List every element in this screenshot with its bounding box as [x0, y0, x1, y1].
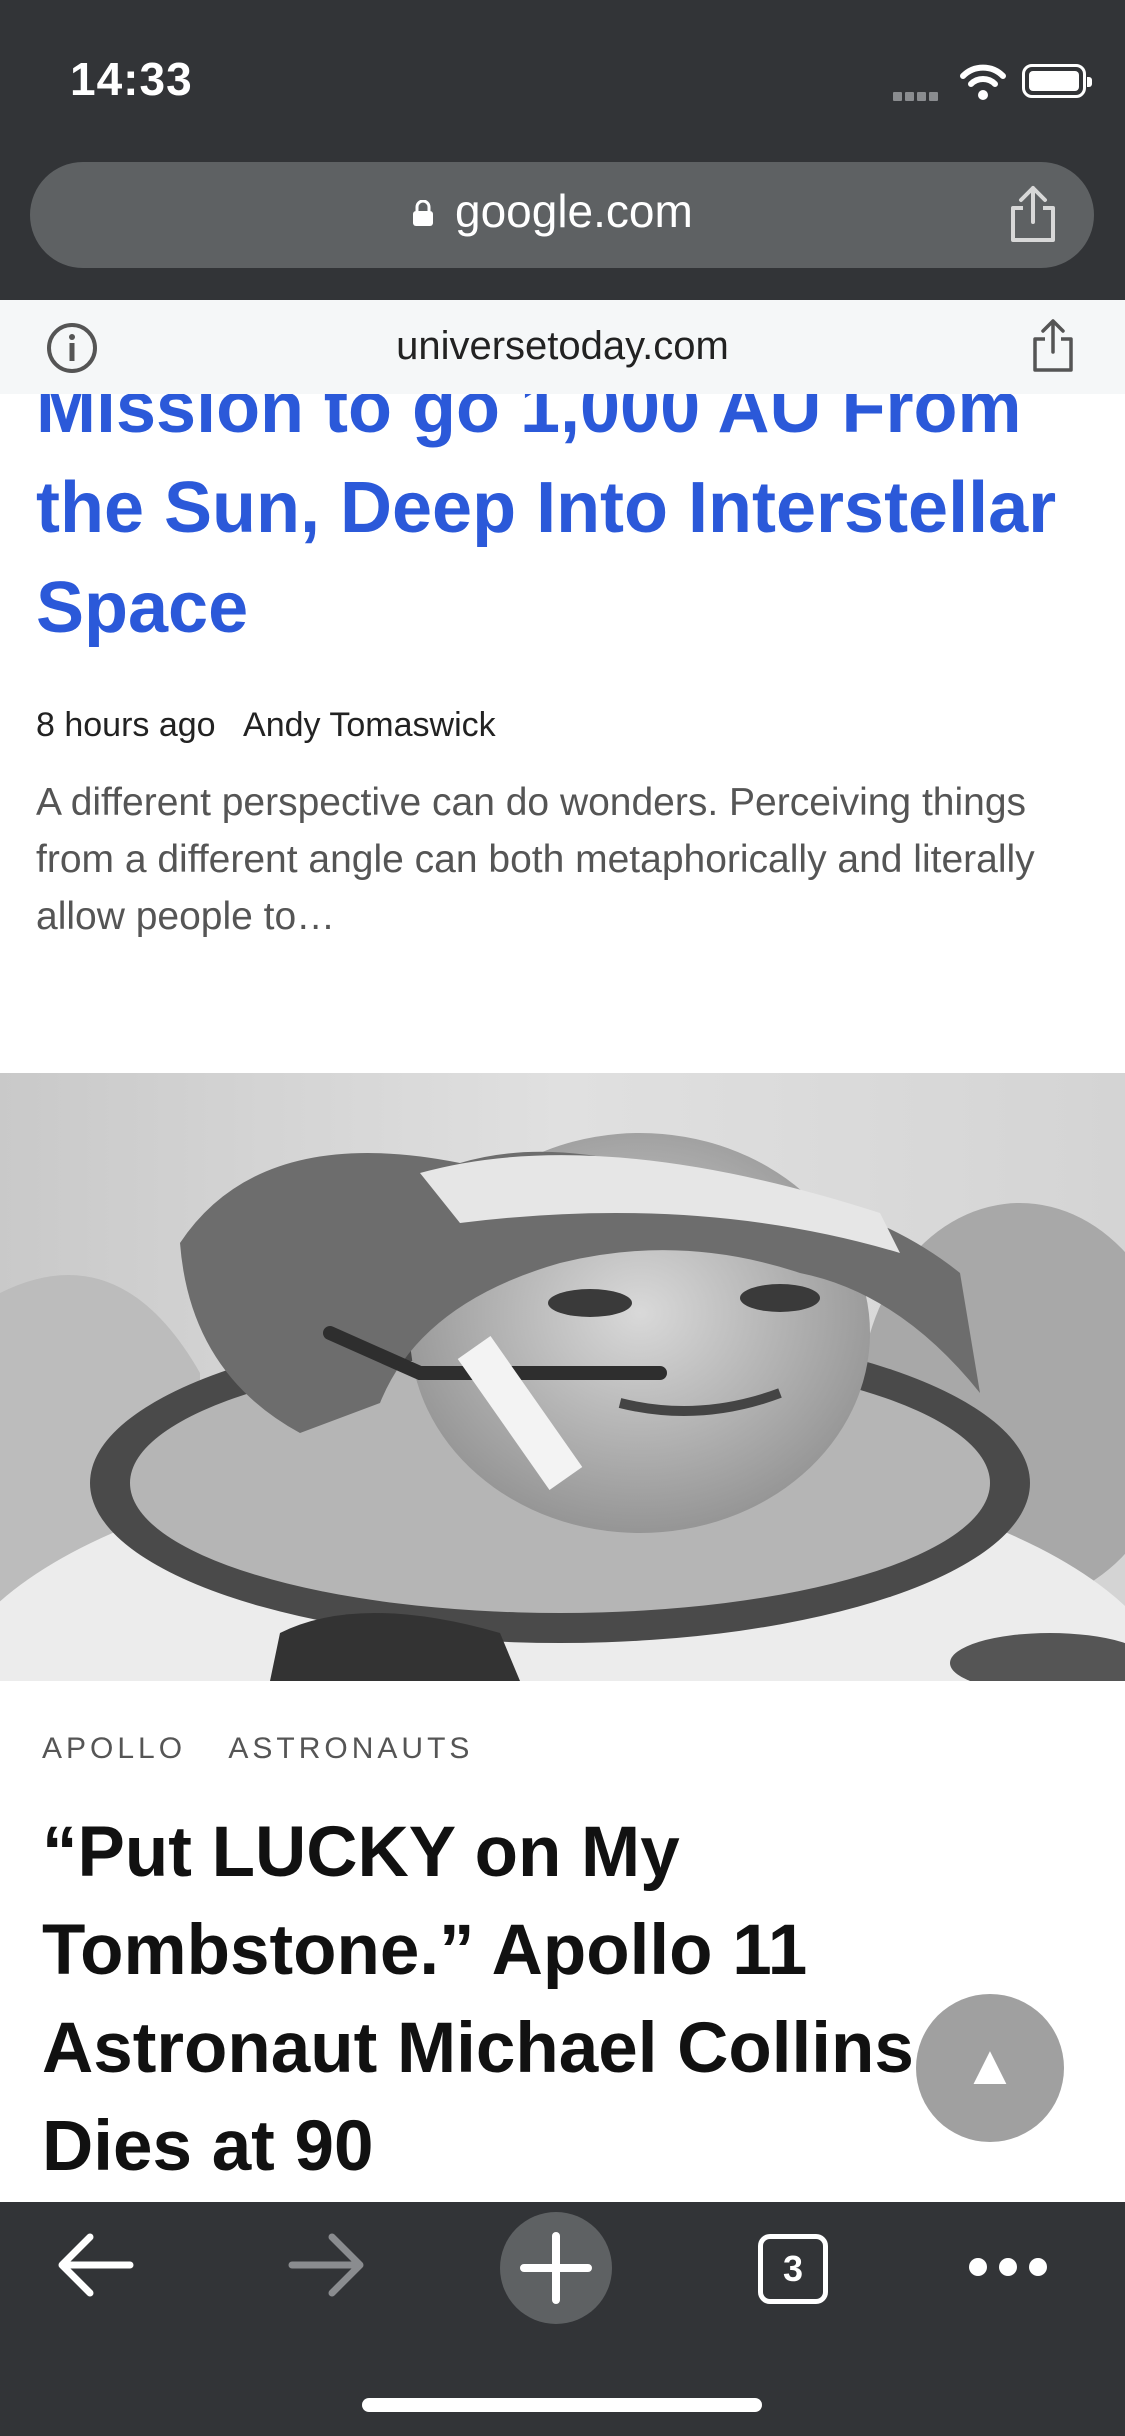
share-icon[interactable]: [1030, 318, 1076, 374]
site-domain: universetoday.com: [396, 324, 729, 368]
article-excerpt: A different perspective can do wonders. …: [36, 781, 1035, 938]
status-time: 14:33: [70, 53, 193, 105]
forward-arrow-icon[interactable]: [268, 2202, 388, 2332]
page-info-bar: universetoday.com: [0, 300, 1125, 394]
url-text[interactable]: google.com: [455, 184, 693, 238]
article-time: 8 hours ago: [36, 706, 216, 744]
article-photo[interactable]: [0, 1073, 1125, 1681]
tabs-button[interactable]: 3: [758, 2234, 828, 2304]
plus-icon: [520, 2232, 592, 2304]
article-title-link[interactable]: Mission to go 1,000 AU From the Sun, Dee…: [36, 394, 1096, 658]
url-bar[interactable]: google.com: [30, 162, 1094, 268]
page-content[interactable]: Mission to go 1,000 AU From the Sun, Dee…: [0, 394, 1125, 2202]
new-tab-button[interactable]: [500, 2212, 612, 2324]
home-indicator[interactable]: [362, 2398, 762, 2412]
browser-top-chrome: 14:33 google.com: [0, 0, 1125, 300]
cellular-signal-icon: [893, 88, 947, 101]
lock-icon: [413, 200, 433, 226]
tag-astronauts[interactable]: ASTRONAUTS: [228, 1732, 473, 1765]
scroll-to-top-button[interactable]: ▲: [916, 1994, 1064, 2142]
more-icon[interactable]: [966, 2252, 1050, 2282]
astronaut-photo-illustration: [0, 1073, 1125, 1681]
share-icon[interactable]: [1005, 184, 1061, 244]
back-arrow-icon[interactable]: [40, 2202, 160, 2332]
article-title-link[interactable]: “Put LUCKY on My Tombstone.” Apollo 11 A…: [42, 1804, 1082, 2196]
arrow-up-icon: ▲: [962, 2033, 1018, 2096]
battery-icon: [1022, 64, 1092, 98]
article-author[interactable]: Andy Tomaswick: [243, 706, 496, 744]
article-meta: 8 hours ago Andy Tomaswick: [36, 706, 496, 745]
tag-apollo[interactable]: APOLLO: [42, 1732, 186, 1765]
tab-count: 3: [782, 2248, 804, 2289]
article-tags: APOLLO ASTRONAUTS: [42, 1732, 473, 1766]
wifi-icon: [960, 64, 1006, 100]
